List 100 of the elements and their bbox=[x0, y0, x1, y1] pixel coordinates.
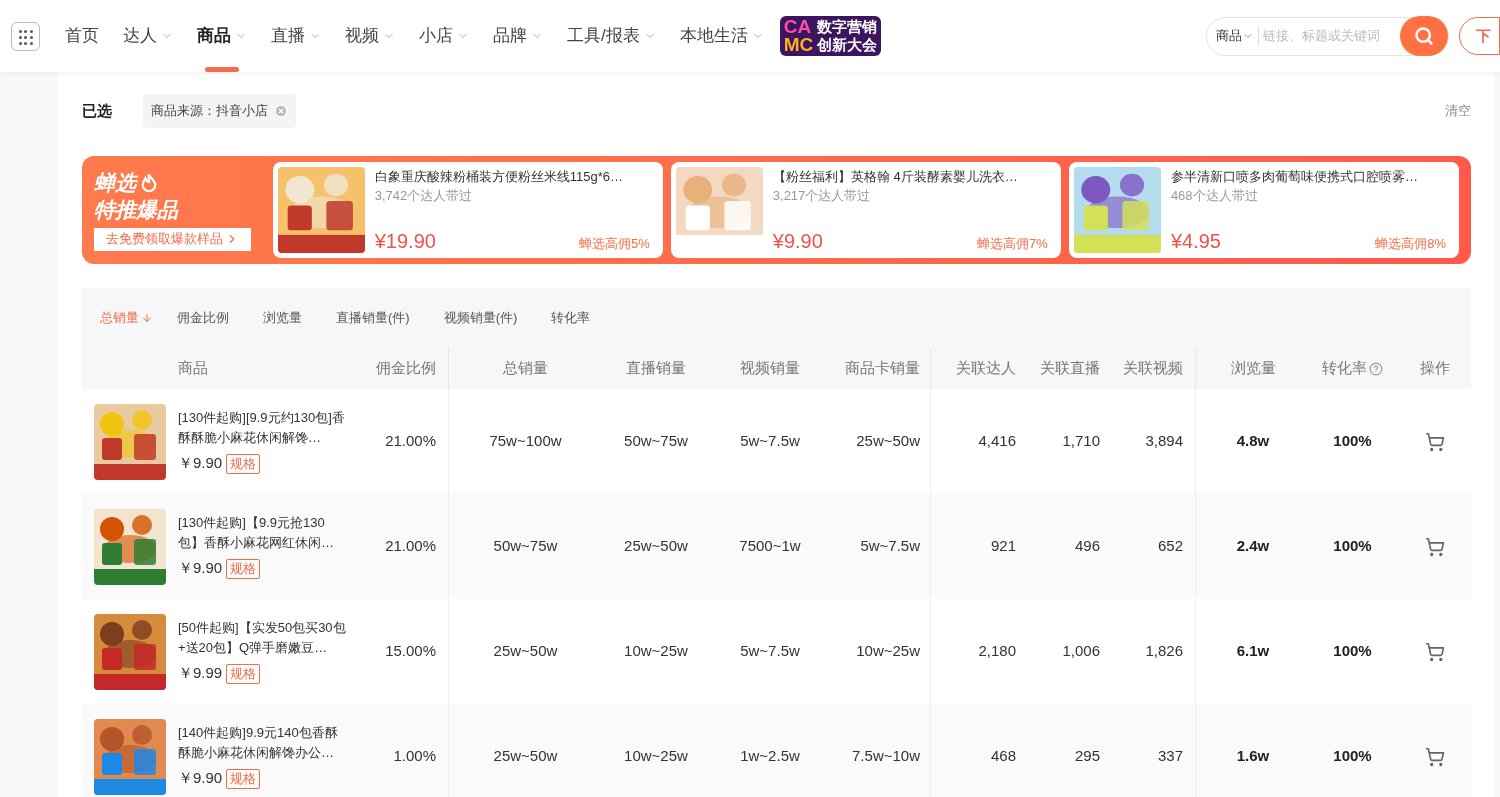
table-cell-text: 1,826 bbox=[1145, 641, 1183, 662]
column-header: 佣金比例 bbox=[376, 358, 436, 379]
table-cell-text: 1,710 bbox=[1062, 431, 1100, 452]
card-count: 3,217个达人带过 bbox=[772, 187, 872, 205]
sort-tab[interactable]: 佣金比例 bbox=[167, 308, 239, 328]
banner-title: 蝉选 bbox=[94, 169, 136, 196]
column-header: 视频销量 bbox=[740, 358, 800, 379]
card-count: 3,742个达人带过 bbox=[374, 187, 474, 205]
logo-text: 数字营销 bbox=[817, 18, 878, 36]
filter-chip[interactable]: 商品来源：抖音小店 bbox=[143, 94, 296, 128]
table-cell-text: 4,416 bbox=[978, 431, 1016, 452]
sort-tab[interactable]: 浏览量 bbox=[253, 308, 312, 328]
sort-tab[interactable]: 直播销量(件) bbox=[326, 308, 420, 328]
search-button[interactable] bbox=[1400, 16, 1448, 56]
table-cell-text: 100% bbox=[1333, 431, 1372, 452]
nav-tab[interactable]: 达人 bbox=[111, 0, 185, 72]
apps-menu-button[interactable] bbox=[11, 21, 40, 51]
event-logo[interactable]: CA MC 数字营销 创新大会 bbox=[779, 16, 882, 56]
table-cell-text: 100% bbox=[1333, 536, 1372, 557]
column-header: 转化率 bbox=[1322, 358, 1367, 379]
table-cell-text: 295 bbox=[1074, 746, 1100, 767]
table-cell-text: 337 bbox=[1157, 746, 1183, 767]
cart-icon bbox=[1424, 431, 1445, 452]
table-cell-text: 652 bbox=[1157, 536, 1183, 557]
active-tab-indicator bbox=[205, 67, 239, 72]
table-cell-text: 21.00% bbox=[385, 536, 436, 557]
table-cell-text: 1,006 bbox=[1062, 641, 1100, 662]
cart-icon bbox=[1424, 536, 1445, 557]
table-cell-text: 100% bbox=[1333, 746, 1372, 767]
column-header: 商品卡销量 bbox=[845, 358, 920, 379]
filter-chip-label: 商品来源：抖音小店 bbox=[151, 102, 268, 121]
nav-tab[interactable]: 首页 bbox=[53, 0, 111, 72]
card-price: ¥4.95 bbox=[1170, 229, 1221, 253]
card-title: 参半清新口喷多肉葡萄味便携式口腔喷雾… bbox=[1170, 168, 1419, 186]
nav-tab[interactable]: 商品 bbox=[185, 0, 259, 72]
filter-label: 已选 bbox=[82, 100, 113, 121]
card-price: ¥9.90 bbox=[772, 229, 823, 253]
table-cell-text: 2,180 bbox=[978, 641, 1016, 662]
nav-tab[interactable]: 直播 bbox=[259, 0, 333, 72]
sort-descending-icon bbox=[141, 312, 153, 324]
table-cell-text: 10w~25w bbox=[624, 641, 688, 662]
nav-tab[interactable]: 视频 bbox=[333, 0, 407, 72]
table-cell-text: 1.00% bbox=[393, 746, 436, 767]
logo-letters: CA bbox=[783, 18, 813, 36]
card-title: 【粉丝福利】英格翰 4斤装酵素婴儿洗衣… bbox=[772, 168, 1019, 186]
column-header: 直播销量 bbox=[626, 358, 686, 379]
column-header: 总销量 bbox=[503, 358, 548, 379]
search-scope-dropdown[interactable]: 商品 bbox=[1216, 26, 1259, 46]
product-card[interactable]: 参半清新口喷多肉葡萄味便携式口腔喷雾… 468个达人带过 ¥4.95 蝉选高佣8% bbox=[1068, 162, 1459, 258]
product-price: ￥9.99 bbox=[178, 663, 223, 684]
table-cell-text: 921 bbox=[990, 536, 1016, 557]
sort-tab[interactable]: 视频销量(件) bbox=[433, 308, 528, 328]
table-cell-text: 10w~25w bbox=[856, 641, 920, 662]
table-cell-text: 6.1w bbox=[1236, 641, 1270, 662]
product-title[interactable]: [130件起购][9.9元约130包]香酥酥脆小麻花休闲解馋… bbox=[178, 408, 350, 449]
table-cell-text: 50w~75w bbox=[493, 536, 558, 557]
cart-icon bbox=[1424, 746, 1445, 767]
table-cell-text: 25w~50w bbox=[624, 536, 688, 557]
product-price: ￥9.90 bbox=[178, 768, 223, 789]
card-price: ¥19.90 bbox=[374, 229, 436, 253]
table-cell-text: 5w~7.5w bbox=[740, 431, 800, 452]
table-cell-text: 2.4w bbox=[1236, 536, 1270, 557]
column-header: 商品 bbox=[178, 358, 208, 379]
product-price: ￥9.90 bbox=[178, 453, 223, 474]
banner-title: 特推爆品 bbox=[94, 196, 180, 223]
cart-icon bbox=[1424, 641, 1445, 662]
card-commission: 蝉选高佣5% bbox=[579, 234, 650, 253]
table-cell-text: 5w~7.5w bbox=[740, 641, 800, 662]
column-header: 浏览量 bbox=[1230, 358, 1276, 379]
product-title[interactable]: [140件起购]9.9元140包香酥酥脆小麻花休闲解馋办公… bbox=[178, 723, 350, 764]
product-title[interactable]: [50件起购]【实发50包买30包+送20包】Q弹手磨嫩豆… bbox=[178, 618, 350, 659]
table-cell-text: 25w~50w bbox=[493, 746, 558, 767]
logo-letters: MC bbox=[783, 36, 814, 54]
column-header: 关联视频 bbox=[1123, 358, 1183, 379]
column-header: 关联直播 bbox=[1040, 358, 1100, 379]
product-card[interactable]: 白象重庆酸辣粉桶装方便粉丝米线115g*6… 3,742个达人带过 ¥19.90 蝉选高佣5% bbox=[272, 162, 663, 258]
help-icon bbox=[1369, 361, 1383, 376]
table-cell-text: 3,894 bbox=[1145, 431, 1183, 452]
sort-tab[interactable]: 转化率 bbox=[541, 308, 601, 328]
nav-tab[interactable]: 工具/报表 bbox=[555, 0, 668, 72]
table-cell-text: 25w~50w bbox=[856, 431, 920, 452]
table-cell-text: 75w~100w bbox=[489, 431, 562, 452]
table-cell-text: 7.5w~10w bbox=[852, 746, 920, 767]
card-commission: 蝉选高佣7% bbox=[977, 234, 1048, 253]
table-cell-text: 21.00% bbox=[385, 431, 436, 452]
nav-tab[interactable]: 品牌 bbox=[481, 0, 555, 72]
product-price: ￥9.90 bbox=[178, 558, 223, 579]
flame-icon bbox=[140, 173, 158, 192]
clear-link[interactable]: 清空 bbox=[1445, 101, 1471, 121]
product-title[interactable]: [130件起购]【9.9元抢130包】香酥小麻花网红休闲… bbox=[178, 513, 350, 554]
nav-tab[interactable]: 小店 bbox=[407, 0, 481, 72]
table-cell-text: 15.00% bbox=[385, 641, 436, 662]
product-card[interactable]: 【粉丝福利】英格翰 4斤装酵素婴儿洗衣… 3,217个达人带过 ¥9.90 蝉选高佣7% bbox=[670, 162, 1061, 258]
table-cell-text: 7500~1w bbox=[739, 536, 801, 557]
column-header: 操作 bbox=[1419, 358, 1450, 379]
card-title: 白象重庆酸辣粉桶装方便粉丝米线115g*6… bbox=[374, 168, 624, 186]
table-cell-text: 496 bbox=[1074, 536, 1100, 557]
table-cell-text: 1w~2.5w bbox=[740, 746, 800, 767]
search-field[interactable]: 链接、标题或关键词 bbox=[1263, 26, 1399, 46]
nav-tab[interactable]: 本地生活 bbox=[667, 0, 776, 72]
